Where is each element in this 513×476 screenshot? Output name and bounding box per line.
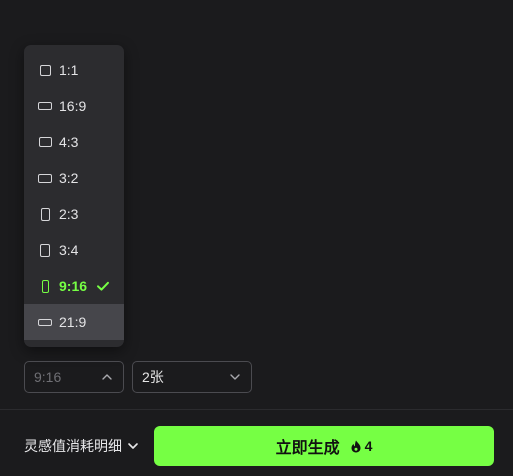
image-count-select[interactable]: 2张 (132, 361, 252, 393)
chevron-down-icon (229, 371, 241, 383)
ratio-option-label: 4:3 (59, 134, 79, 150)
checkmark-icon (97, 281, 109, 291)
ratio-option-label: 3:4 (59, 242, 79, 258)
ratio-option-9-16[interactable]: 9:16 (24, 268, 124, 304)
flame-icon (351, 440, 361, 452)
ratio-option-21-9[interactable]: 21:9 (24, 304, 124, 340)
ratio-option-label: 21:9 (59, 314, 87, 330)
ratio-option-3-2[interactable]: 3:2 (24, 160, 124, 196)
square-ratio-icon (35, 64, 55, 76)
ratio-option-3-4[interactable]: 3:4 (24, 232, 124, 268)
ratio-option-label: 9:16 (59, 278, 88, 294)
ratio-option-2-3[interactable]: 2:3 (24, 196, 124, 232)
generate-cost: 4 (350, 438, 373, 454)
landscape-ratio-icon (35, 173, 55, 183)
ratio-option-label: 3:2 (59, 170, 79, 186)
aspect-ratio-select-value: 9:16 (34, 369, 62, 385)
image-count-select-value: 2张 (142, 369, 164, 385)
cost-detail-toggle[interactable]: 灵感值消耗明细 (24, 436, 139, 456)
ratio-option-label: 1:1 (59, 62, 79, 78)
landscape-ratio-icon (35, 318, 55, 326)
generate-button[interactable]: 立即生成 4 (154, 426, 494, 466)
ratio-option-label: 16:9 (59, 98, 87, 114)
generate-button-label: 立即生成 (275, 440, 340, 457)
chevron-down-icon (127, 440, 139, 452)
landscape-ratio-icon (35, 102, 55, 110)
cost-detail-label: 灵感值消耗明细 (24, 438, 122, 454)
ratio-option-16-9[interactable]: 16:9 (24, 88, 124, 124)
generate-cost-value: 4 (364, 438, 373, 454)
aspect-ratio-select[interactable]: 9:16 (24, 361, 124, 393)
aspect-ratio-dropdown-menu: 1:1 16:9 4:3 3:2 2:3 3:4 9:16 21:9 (24, 45, 124, 347)
portrait-ratio-icon (35, 243, 55, 257)
portrait-ratio-icon (35, 279, 55, 293)
ratio-option-1-1[interactable]: 1:1 (24, 52, 124, 88)
ratio-option-label: 2:3 (59, 206, 79, 222)
landscape-ratio-icon (35, 137, 55, 147)
portrait-ratio-icon (35, 207, 55, 221)
footer-divider (0, 409, 513, 410)
ratio-option-4-3[interactable]: 4:3 (24, 124, 124, 160)
chevron-up-icon (101, 371, 113, 383)
